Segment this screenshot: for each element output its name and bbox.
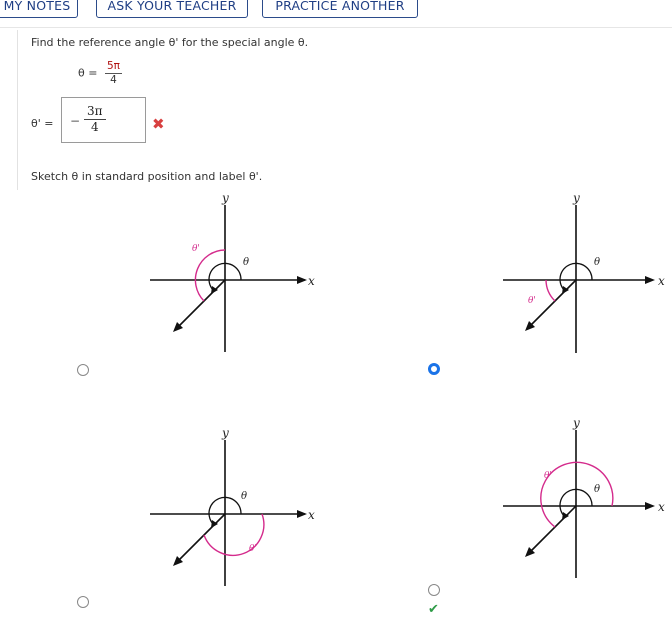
question-rule	[17, 30, 18, 190]
given-angle-label: θ =	[78, 66, 98, 80]
option-a-radio[interactable]	[77, 364, 89, 376]
given-angle: θ = 5π 4	[78, 60, 122, 87]
y-axis-label: y	[572, 191, 580, 205]
theta-label: θ	[243, 257, 249, 268]
y-axis-label: y	[221, 426, 229, 440]
option-d-graph: y x θ θ'	[503, 416, 665, 578]
terminal-side	[177, 513, 226, 562]
theta-prime-label: θ'	[544, 471, 552, 481]
y-axis-label: y	[572, 416, 580, 430]
reference-arc	[545, 279, 556, 302]
theta-label: θ	[594, 257, 600, 268]
ask-your-teacher-button[interactable]: ASK YOUR TEACHER	[96, 0, 248, 18]
option-b-radio[interactable]	[428, 363, 440, 375]
given-angle-numerator: 5π	[104, 60, 122, 74]
terminal-side	[529, 279, 577, 327]
option-c-graph: y x θ θ'	[150, 426, 315, 586]
x-axis-label: x	[658, 274, 665, 288]
terminal-side	[529, 505, 577, 553]
option-b-graph: y x θ θ'	[503, 191, 665, 353]
theta-prime-label: θ'	[528, 296, 536, 306]
x-mark-icon: ✖	[152, 115, 165, 133]
terminal-side	[177, 279, 226, 328]
answer-denominator: 4	[90, 120, 99, 134]
x-axis-arrow	[297, 510, 307, 518]
question-prompt: Find the reference angle θ' for the spec…	[31, 36, 309, 49]
theta-label: θ	[241, 491, 247, 502]
theta-prime-label: θ'	[249, 544, 257, 554]
answer-fraction: 3π 4	[84, 104, 106, 135]
reference-arc	[194, 249, 226, 302]
x-axis-arrow	[645, 276, 655, 284]
x-axis-arrow	[297, 276, 307, 284]
x-axis-label: x	[308, 508, 315, 522]
given-angle-fraction: 5π 4	[104, 60, 122, 87]
y-axis-label: y	[221, 191, 229, 205]
answer-input[interactable]: − 3π 4	[61, 97, 146, 143]
option-a-graph: y x θ θ'	[150, 191, 315, 352]
option-d-radio[interactable]	[428, 584, 440, 596]
x-axis-label: x	[658, 500, 665, 514]
practice-another-button[interactable]: PRACTICE ANOTHER	[262, 0, 418, 18]
given-angle-denominator: 4	[110, 74, 117, 86]
sketch-prompt: Sketch θ in standard position and label …	[31, 170, 263, 183]
answer-label: θ' =	[31, 117, 54, 130]
checkmark-icon: ✔	[428, 602, 439, 617]
theta-label: θ	[594, 484, 600, 495]
theta-prime-label: θ'	[192, 244, 200, 254]
x-axis-label: x	[308, 274, 315, 288]
answer-numerator: 3π	[84, 104, 106, 120]
toolbar: MY NOTES ASK YOUR TEACHER PRACTICE ANOTH…	[0, 0, 672, 22]
answer-sign: −	[70, 114, 81, 128]
toolbar-divider	[0, 27, 672, 28]
option-c-radio[interactable]	[77, 596, 89, 608]
my-notes-button[interactable]: MY NOTES	[0, 0, 78, 18]
x-axis-arrow	[645, 502, 655, 510]
